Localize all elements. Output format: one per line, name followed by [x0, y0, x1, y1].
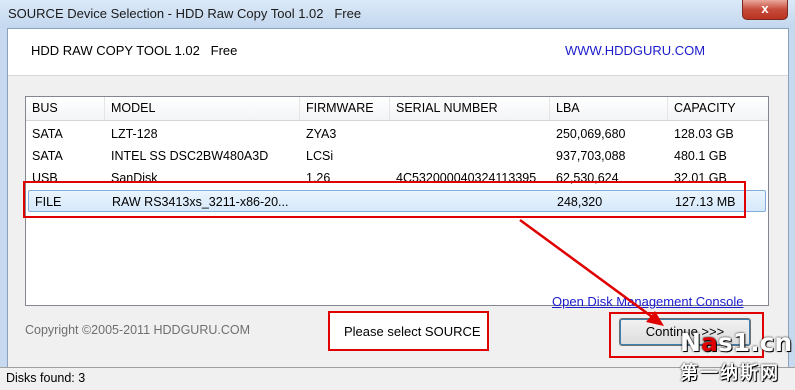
column-model[interactable]: MODEL: [105, 97, 300, 120]
watermark-line2: 第一纳斯网: [680, 363, 780, 384]
app-name: HDD RAW COPY TOOL 1.02 Free: [31, 43, 238, 58]
watermark-letter-a: a: [700, 328, 718, 357]
status-bar: Disks found: 3: [0, 367, 795, 390]
cell-serial: [390, 123, 550, 145]
cell-model: LZT-128: [111, 127, 158, 141]
table-row[interactable]: SATA INTEL SS DSC2BW480A3D LCSi 937,703,…: [26, 145, 768, 167]
cell-model: INTEL SS DSC2BW480A3D: [111, 149, 269, 163]
table-row[interactable]: SATA LZT-128 ZYA3 250,069,680 128.03 GB: [26, 123, 768, 145]
device-list-header: BUS MODEL FIRMWARE SERIAL NUMBER LBA CAP…: [26, 97, 768, 121]
watermark-logo: Nas1.cn 第一纳斯网: [680, 326, 792, 384]
header-band: HDD RAW COPY TOOL 1.02 Free WWW.HDDGURU.…: [8, 29, 788, 76]
watermark-letter-n: N: [680, 328, 701, 357]
column-lba[interactable]: LBA: [550, 97, 668, 120]
website-link[interactable]: WWW.HDDGURU.COM: [565, 43, 705, 58]
title-bar[interactable]: SOURCE Device Selection - HDD Raw Copy T…: [0, 0, 795, 28]
column-bus[interactable]: BUS: [26, 97, 105, 120]
cell-bus: SATA: [32, 149, 63, 163]
column-firmware[interactable]: FIRMWARE: [300, 97, 390, 120]
column-serial-number[interactable]: SERIAL NUMBER: [390, 97, 550, 120]
cell-lba: 250,069,680: [556, 127, 626, 141]
cell-lba: 937,703,088: [556, 149, 626, 163]
copyright-text: Copyright ©2005-2011 HDDGURU.COM: [25, 323, 251, 337]
cell-capacity: 128.03 GB: [674, 127, 734, 141]
cell-firmware: LCSi: [306, 149, 334, 163]
cell-bus: SATA: [32, 127, 63, 141]
close-icon: x: [761, 1, 769, 16]
disks-found-text: Disks found: 3: [6, 371, 86, 385]
status-message: Please select SOURCE: [344, 324, 481, 339]
selected-row-highlight-box: [23, 181, 746, 218]
status-message-box: Please select SOURCE: [328, 311, 489, 351]
watermark-line1: Nas1.cn: [680, 328, 792, 357]
window-title: SOURCE Device Selection - HDD Raw Copy T…: [8, 6, 362, 21]
column-capacity[interactable]: CAPACITY: [668, 97, 768, 120]
close-button[interactable]: x: [742, 0, 788, 20]
watermark-rest: s1.cn: [717, 328, 793, 357]
open-disk-management-link[interactable]: Open Disk Management Console: [552, 294, 744, 309]
cell-firmware: ZYA3: [306, 127, 337, 141]
cell-capacity: 480.1 GB: [674, 149, 727, 163]
cell-serial: [390, 145, 550, 167]
